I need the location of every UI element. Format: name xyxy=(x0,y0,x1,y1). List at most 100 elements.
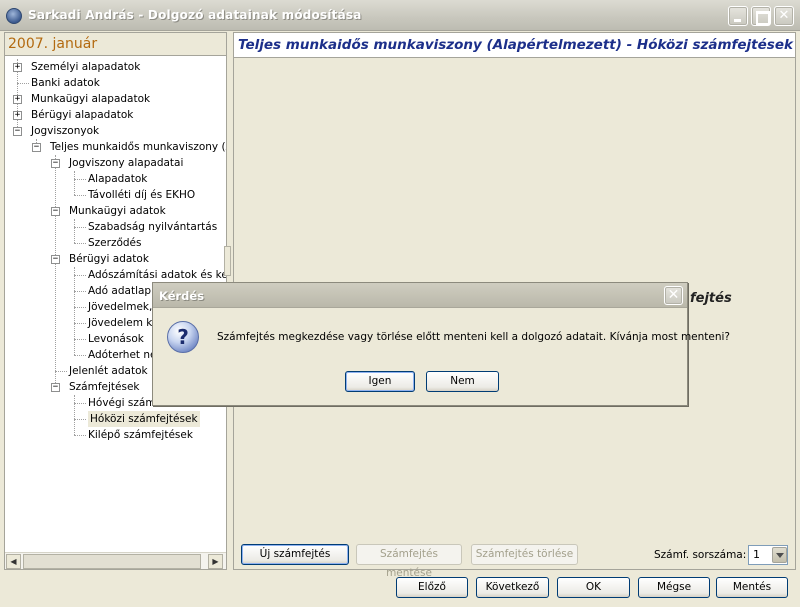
ok-button[interactable]: OK xyxy=(557,577,630,598)
tree-item-label: Jövedelmek, j xyxy=(88,301,159,313)
sequence-number-label: Számf. sorszáma: xyxy=(654,549,747,561)
close-window-button[interactable]: ✕ xyxy=(774,6,794,26)
tree-item-label: Szerződés xyxy=(88,237,142,249)
maximize-icon xyxy=(752,7,770,25)
close-icon: ✕ xyxy=(778,8,790,23)
tree-connector xyxy=(74,307,86,308)
tree-item[interactable]: + Bérügyi alapadatok xyxy=(5,107,226,123)
vertical-scroll-thumb[interactable] xyxy=(224,246,231,276)
minimize-button[interactable] xyxy=(728,6,748,26)
tree-item-label: Adószámítási adatok és kedv xyxy=(88,269,226,281)
previous-button[interactable]: Előző xyxy=(396,577,468,598)
expand-icon[interactable]: + xyxy=(13,111,22,120)
tree-connector xyxy=(74,275,86,276)
maximize-button[interactable] xyxy=(751,6,771,26)
tree-item[interactable]: − Teljes munkaidős munkaviszony (Ala xyxy=(5,139,226,155)
tree-item[interactable]: Távolléti díj és EKHO xyxy=(5,187,226,203)
tree-item[interactable]: − Jogviszonyok xyxy=(5,123,226,139)
globe-app-icon xyxy=(6,8,22,24)
dialog-title-bar: Kérdés ✕ xyxy=(153,283,687,308)
tree-item-label: Személyi alapadatok xyxy=(31,61,141,73)
tree-item-label: Teljes munkaidős munkaviszony (Ala xyxy=(50,141,226,153)
collapse-icon[interactable]: − xyxy=(51,159,60,168)
tree-connector xyxy=(74,435,86,436)
expand-icon[interactable]: + xyxy=(13,95,22,104)
tree-item-label: Levonások xyxy=(88,333,144,345)
new-calculation-button[interactable]: Új számfejtés xyxy=(241,544,349,565)
tree-item[interactable]: Szabadság nyilvántartás xyxy=(5,219,226,235)
tree-item-label: Jogviszonyok xyxy=(31,125,100,137)
expand-icon[interactable]: + xyxy=(13,63,22,72)
dialog-title: Kérdés xyxy=(159,289,205,303)
tree-item-label: Jelenlét adatok xyxy=(69,365,148,377)
tree-item-label: Munkaügyi alapadatok xyxy=(31,93,151,105)
collapse-icon[interactable]: − xyxy=(13,127,22,136)
tree-connector xyxy=(74,227,86,228)
sequence-number-select[interactable]: 1 xyxy=(748,545,788,565)
tree-item[interactable]: Banki adatok xyxy=(5,75,226,91)
tree-item[interactable]: − Munkaügyi adatok xyxy=(5,203,226,219)
tree-connector xyxy=(74,403,86,404)
tree-item-label: Távolléti díj és EKHO xyxy=(88,189,196,201)
tree-item[interactable]: + Személyi alapadatok xyxy=(5,59,226,75)
cancel-button[interactable]: Mégse xyxy=(638,577,710,598)
tree-item[interactable]: Hóközi számfejtések xyxy=(5,411,226,427)
collapse-icon[interactable]: − xyxy=(32,143,41,152)
tree-item[interactable]: − Bérügyi adatok xyxy=(5,251,226,267)
tree-item-label: Szabadság nyilvántartás xyxy=(88,221,218,233)
tree-connector xyxy=(74,179,86,180)
tree-connector xyxy=(17,83,29,84)
tree-item-label: Munkaügyi adatok xyxy=(69,205,166,217)
tree-item-label: Számfejtések xyxy=(69,381,140,393)
content-header: Teljes munkaidős munkaviszony (Alapértel… xyxy=(234,33,795,58)
tree-item-label: Jövedelem kif xyxy=(88,317,159,329)
scroll-left-icon[interactable]: ◀ xyxy=(6,554,21,569)
tree-item-label: Adó adatlap xyxy=(88,285,152,297)
tree-connector xyxy=(74,323,86,324)
tree-item-label: Bérügyi alapadatok xyxy=(31,109,134,121)
tree-connector xyxy=(74,243,86,244)
obscured-content-text: fejtés xyxy=(690,291,732,306)
question-dialog: Kérdés ✕ ? Számfejtés megkezdése vagy tö… xyxy=(152,282,730,406)
dialog-close-button[interactable]: ✕ xyxy=(664,286,683,305)
dialog-message: Számfejtés megkezdése vagy törlése előtt… xyxy=(217,331,731,343)
horizontal-scrollbar[interactable]: ◀ ▶ xyxy=(5,552,226,569)
tree-item-label: Bérügyi adatok xyxy=(69,253,149,265)
tree-connector xyxy=(74,419,86,420)
tree-item-label: Banki adatok xyxy=(31,77,100,89)
next-button[interactable]: Következő xyxy=(476,577,549,598)
chevron-down-icon[interactable] xyxy=(772,547,787,563)
tree-item-label: Alapadatok xyxy=(88,173,148,185)
scroll-right-icon[interactable]: ▶ xyxy=(208,554,223,569)
title-bar: Sarkadi András - Dolgozó adatainak módos… xyxy=(0,0,800,31)
tree-item-label: Hóvégi számf xyxy=(88,397,160,409)
tree-item[interactable]: Adószámítási adatok és kedv xyxy=(5,267,226,283)
tree-item[interactable]: Szerződés xyxy=(5,235,226,251)
delete-calculation-button[interactable]: Számfejtés törlése xyxy=(471,544,578,565)
tree-item[interactable]: Kilépő számfejtések xyxy=(5,427,226,443)
question-icon: ? xyxy=(167,321,199,353)
window-title: Sarkadi András - Dolgozó adatainak módos… xyxy=(28,8,362,22)
save-calculation-button[interactable]: Számfejtés mentése xyxy=(356,544,462,579)
tree-item-label: Hóközi számfejtések xyxy=(88,411,200,427)
tree-connector xyxy=(74,291,86,292)
tree-item-label: Jogviszony alapadatai xyxy=(69,157,184,169)
tree-item-label: Kilépő számfejtések xyxy=(88,429,193,441)
tree-connector xyxy=(74,355,86,356)
tree-item[interactable]: + Munkaügyi alapadatok xyxy=(5,91,226,107)
yes-button[interactable]: Igen xyxy=(345,371,415,392)
scroll-thumb[interactable] xyxy=(23,554,201,569)
collapse-icon[interactable]: − xyxy=(51,255,60,264)
tree-item-label: Adóterhet ne xyxy=(88,349,157,361)
period-header: 2007. január xyxy=(5,33,226,56)
tree-item[interactable]: Alapadatok xyxy=(5,171,226,187)
tree-connector xyxy=(74,339,86,340)
collapse-icon[interactable]: − xyxy=(51,383,60,392)
tree-connector xyxy=(55,371,67,372)
sequence-number-value: 1 xyxy=(753,548,760,561)
no-button[interactable]: Nem xyxy=(426,371,499,392)
save-button[interactable]: Mentés xyxy=(716,577,788,598)
tree-item[interactable]: − Jogviszony alapadatai xyxy=(5,155,226,171)
collapse-icon[interactable]: − xyxy=(51,207,60,216)
minimize-icon xyxy=(729,7,747,25)
